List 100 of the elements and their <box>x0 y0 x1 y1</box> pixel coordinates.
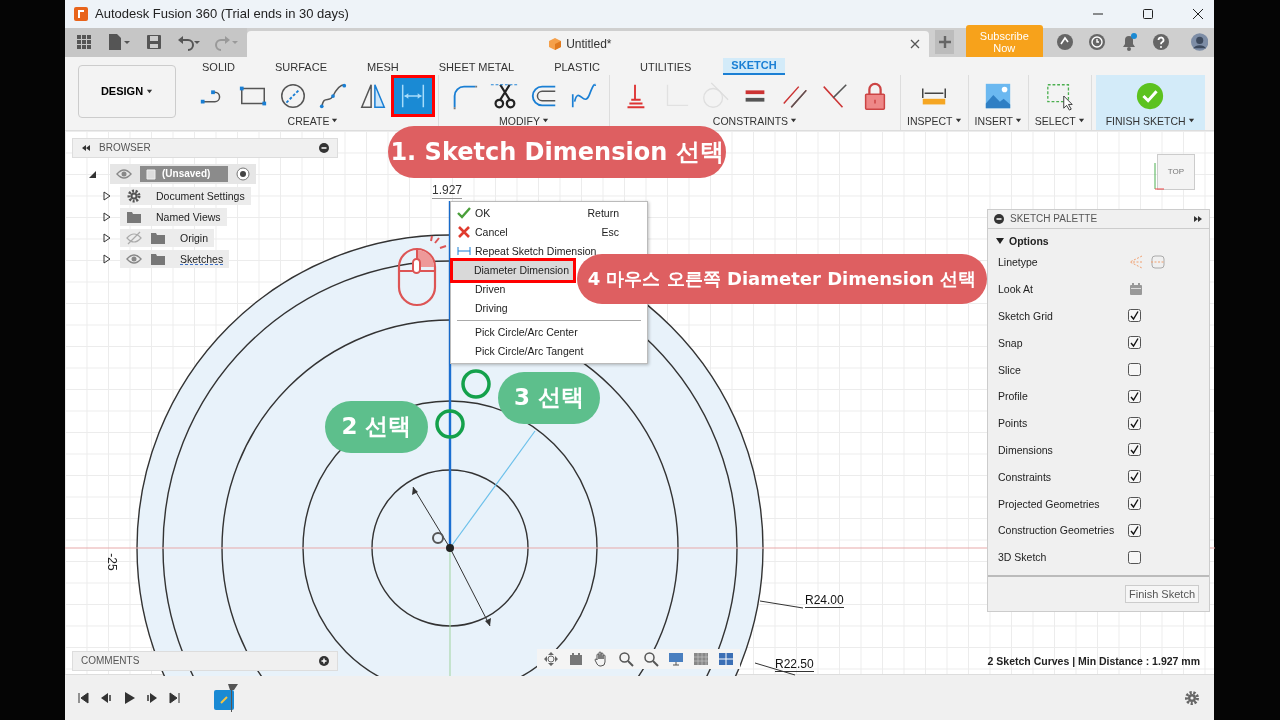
toolbar-tab[interactable]: UTILITIES <box>632 59 700 75</box>
menu-item[interactable]: Pick Circle/Arc Center <box>453 322 645 342</box>
option-label: 3D Sketch <box>998 551 1048 564</box>
tool-group-dropdown[interactable]: CONSTRAINTS <box>712 114 798 127</box>
toolbar-tab[interactable]: MESH <box>359 59 407 75</box>
zoom-icon[interactable] <box>618 650 634 667</box>
clock-icon[interactable] <box>1086 32 1107 53</box>
zoom-window-icon[interactable] <box>643 650 659 667</box>
view-cube[interactable]: TOP <box>1157 153 1195 190</box>
browser-item[interactable]: Origin <box>120 228 214 247</box>
step-forward-icon[interactable] <box>146 691 158 704</box>
display-icon[interactable] <box>668 650 684 667</box>
component-icon <box>144 166 158 181</box>
collapsed-triangle-icon[interactable] <box>102 232 112 243</box>
checkbox[interactable] <box>1128 416 1141 430</box>
caret-icon <box>331 117 339 125</box>
play-icon[interactable] <box>123 691 135 704</box>
sketch-feature-icon[interactable] <box>212 683 240 712</box>
step-back-icon[interactable] <box>100 691 112 704</box>
checkbox[interactable] <box>1128 443 1141 457</box>
checkbox[interactable] <box>1128 470 1141 484</box>
collapse-icon[interactable] <box>81 142 91 153</box>
axis-label: -25 <box>104 553 119 571</box>
checkbox[interactable] <box>1128 523 1141 537</box>
option-label: Sketch Grid <box>998 309 1054 322</box>
browser-item[interactable]: Named Views <box>120 207 227 226</box>
option-label: Points <box>998 417 1029 430</box>
tool-group-dropdown[interactable]: SELECT <box>1034 114 1085 127</box>
minus-circle-icon[interactable] <box>994 213 1004 224</box>
axis-triad-icon <box>1152 160 1164 191</box>
minus-circle-icon[interactable] <box>319 142 329 153</box>
radius-dimension[interactable]: R22.50 <box>775 656 814 672</box>
checkbox[interactable] <box>1128 363 1141 377</box>
new-tab-button[interactable] <box>935 30 955 55</box>
plus-icon <box>937 35 952 50</box>
tool-group-dropdown[interactable]: CREATE <box>287 114 339 127</box>
help-icon[interactable] <box>1150 32 1171 53</box>
toolbar-tab[interactable]: SURFACE <box>267 59 335 75</box>
close-icon[interactable] <box>909 37 922 50</box>
skip-start-icon[interactable] <box>77 691 89 704</box>
undo-icon[interactable] <box>177 33 201 52</box>
tool-group-dropdown[interactable]: MODIFY <box>499 114 549 127</box>
skip-end-icon[interactable] <box>169 691 181 704</box>
close-icon[interactable] <box>1192 7 1204 20</box>
settings-icon[interactable] <box>1184 689 1200 706</box>
add-icon[interactable] <box>319 655 329 666</box>
caret-icon <box>790 117 798 125</box>
option-label: Linetype <box>998 256 1039 269</box>
checkbox[interactable] <box>1128 550 1141 564</box>
grid-icon[interactable] <box>693 650 709 667</box>
apps-grid-icon[interactable] <box>75 33 93 52</box>
document-tab[interactable]: Untitled* <box>246 30 930 57</box>
browser-item[interactable]: Document Settings <box>120 186 251 205</box>
panel-title: COMMENTS <box>81 655 140 667</box>
collapsed-triangle-icon[interactable] <box>102 253 112 264</box>
collapsed-triangle-icon[interactable] <box>102 211 112 222</box>
menu-item[interactable]: Diameter Dimension <box>453 260 573 280</box>
radio-button-icon[interactable] <box>236 166 251 181</box>
maximize-icon[interactable] <box>1142 7 1154 20</box>
expand-icon[interactable] <box>1193 213 1203 224</box>
toolbar-tab[interactable]: PLASTIC <box>546 59 608 75</box>
workspace-dropdown[interactable]: DESIGN <box>78 64 176 118</box>
toolbar-tab[interactable]: SHEET METAL <box>430 59 523 75</box>
caret-icon <box>1187 117 1195 125</box>
file-menu-icon[interactable] <box>107 33 131 52</box>
finish-sketch-button[interactable]: Finish Sketch <box>1124 584 1199 603</box>
camera-icon[interactable] <box>568 650 584 667</box>
checkbox[interactable] <box>1128 336 1141 350</box>
save-icon[interactable] <box>145 33 163 52</box>
pan-hand-icon[interactable] <box>593 650 609 667</box>
browser-item[interactable]: Sketches <box>120 249 230 268</box>
radius-dimension[interactable]: R24.00 <box>805 592 844 608</box>
sync-icon[interactable] <box>1054 32 1075 53</box>
option-label: Construction Geometries <box>998 524 1116 537</box>
cross-icon <box>457 225 471 240</box>
toolbar-tab[interactable]: SOLID <box>194 59 243 75</box>
checkbox[interactable] <box>1128 389 1141 403</box>
tool-group-dropdown[interactable]: INSERT <box>974 114 1022 127</box>
section-header[interactable]: Options <box>988 228 1209 249</box>
option-label: Snap <box>998 336 1024 349</box>
menu-item[interactable]: Pick Circle/Arc Tangent <box>453 341 645 361</box>
tool-group-dropdown[interactable]: INSPECT <box>907 114 962 127</box>
collapsed-triangle-icon[interactable] <box>102 190 112 201</box>
caret-icon <box>1077 117 1085 125</box>
caret-icon <box>146 87 154 95</box>
option-label: Slice <box>998 363 1022 376</box>
menu-item[interactable]: OK Return <box>453 203 645 223</box>
viewports-icon[interactable] <box>718 650 734 667</box>
callout-tooltip: 1. Sketch Dimension 선택 <box>388 125 726 178</box>
leader-line <box>759 600 804 609</box>
checkbox[interactable] <box>1128 497 1141 510</box>
orbit-icon[interactable] <box>543 650 559 667</box>
avatar-icon[interactable] <box>1190 31 1208 54</box>
tool-group-dropdown[interactable]: FINISH SKETCH <box>1105 114 1195 127</box>
dimension-value[interactable]: 1.927 <box>432 182 463 199</box>
cube-icon <box>548 36 563 51</box>
option-label: Profile <box>998 390 1029 403</box>
caret-icon <box>1014 117 1022 125</box>
checkbox[interactable] <box>1128 309 1141 323</box>
menu-item[interactable]: Cancel Esc <box>453 222 645 242</box>
